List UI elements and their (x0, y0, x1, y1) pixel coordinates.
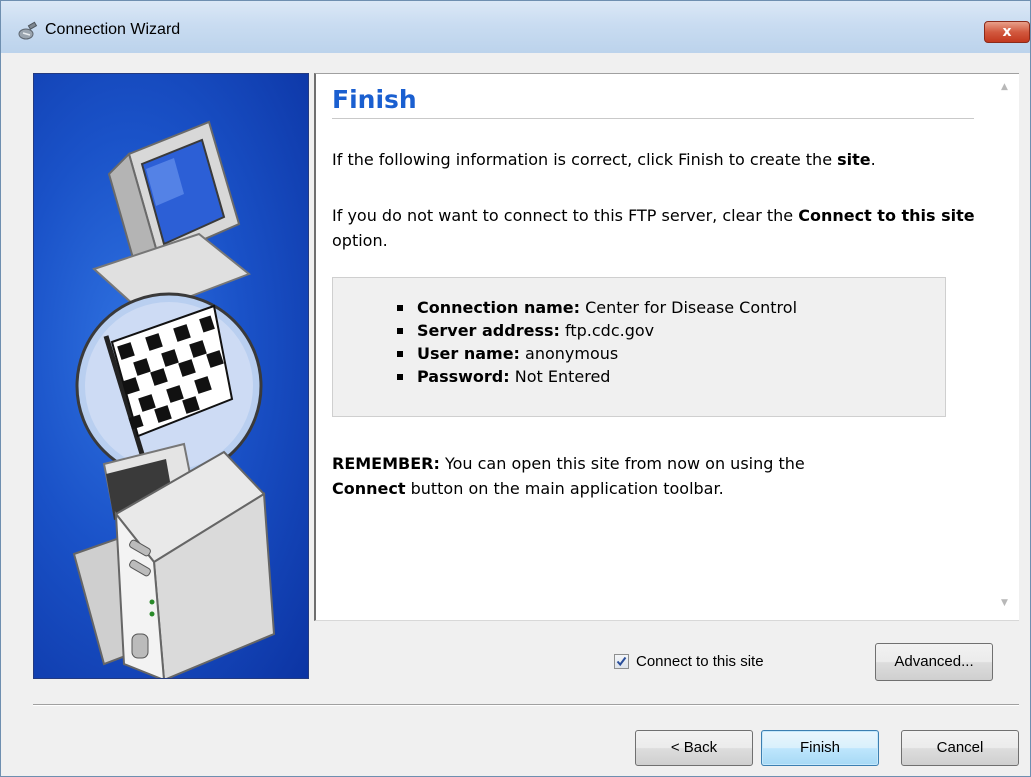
connect-to-site-option[interactable]: Connect to this site (614, 653, 764, 670)
checkmark-icon (616, 656, 627, 667)
back-button[interactable]: < Back (635, 730, 753, 766)
tower-computer-illustration (72, 442, 276, 678)
summary-item-connection-name: Connection name: Center for Disease Cont… (393, 296, 797, 319)
connection-icon (17, 21, 41, 41)
summary-item-server-address: Server address: ftp.cdc.gov (393, 319, 797, 342)
page-title: Finish (332, 85, 417, 114)
monitor-illustration (92, 120, 251, 316)
summary-item-user-name: User name: anonymous (393, 342, 797, 365)
connect-checkbox-label[interactable]: Connect to this site (636, 653, 764, 670)
connection-summary-list: Connection name: Center for Disease Cont… (393, 296, 797, 388)
footer-separator (33, 704, 1019, 706)
computers-checkered-flag-illustration (72, 120, 276, 678)
finish-button[interactable]: Finish (761, 730, 879, 766)
connection-wizard-window: Connection Wizard x ▲ ▼ Finish If the fo… (0, 0, 1031, 777)
connect-checkbox[interactable] (614, 654, 629, 669)
heading-divider (332, 118, 974, 119)
connection-summary-box: Connection name: Center for Disease Cont… (332, 277, 946, 417)
close-button[interactable]: x (984, 21, 1030, 43)
title-bar[interactable]: Connection Wizard x (1, 1, 1030, 53)
remember-paragraph: REMEMBER: You can open this site from no… (332, 454, 805, 498)
scroll-up-icon[interactable]: ▲ (1001, 82, 1008, 92)
cancel-button[interactable]: Cancel (901, 730, 1019, 766)
summary-item-password: Password: Not Entered (393, 365, 797, 388)
content-scrollbar[interactable]: ▲ ▼ (995, 74, 1017, 620)
close-icon: x (1002, 24, 1012, 40)
scroll-down-icon[interactable]: ▼ (1001, 598, 1008, 608)
wizard-illustration-panel (33, 73, 309, 679)
instruction-paragraph-2: If you do not want to connect to this FT… (332, 206, 975, 250)
instruction-paragraph-1: If the following information is correct,… (332, 150, 876, 169)
window-title: Connection Wizard (45, 21, 181, 38)
advanced-button[interactable]: Advanced... (875, 643, 993, 681)
